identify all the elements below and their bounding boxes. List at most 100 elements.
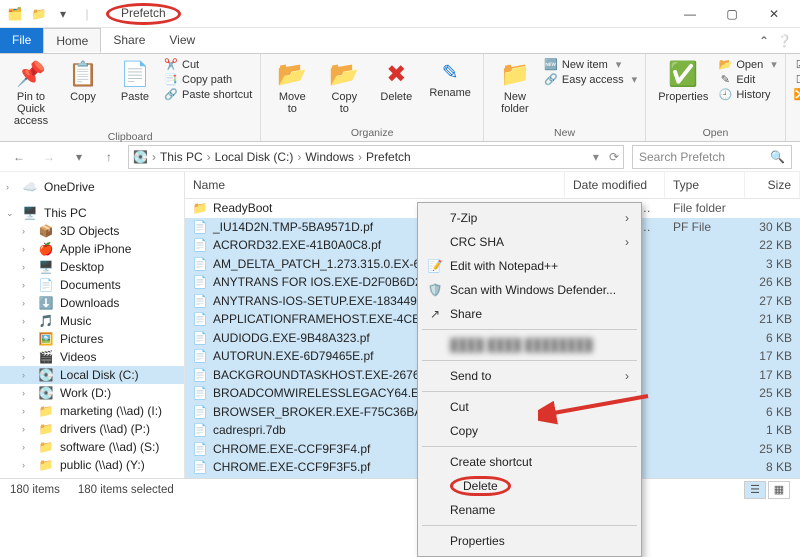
tree-item[interactable]: ›📁software (\\ad) (S:) — [0, 438, 184, 456]
new-folder-button[interactable]: 📁New folder — [492, 58, 538, 117]
navigation-tree[interactable]: ›☁️OneDrive ⌄🖥️This PC ›📦3D Objects›🍎App… — [0, 172, 185, 478]
tree-item-icon: 📁 — [38, 458, 54, 472]
search-input[interactable]: Search Prefetch 🔍 — [632, 145, 792, 169]
invert-selection-button[interactable]: 🔀Invert selection — [794, 88, 800, 101]
paste-shortcut-button[interactable]: 🔗Paste shortcut — [164, 88, 252, 101]
refresh-icon[interactable]: ⟳ — [609, 150, 619, 164]
group-organize: 📂Move to 📂Copy to ✖Delete ✎Rename Organi… — [261, 54, 484, 141]
ctx-edit-notepadpp[interactable]: 📝Edit with Notepad++ — [420, 254, 639, 278]
ctx-crcsha[interactable]: CRC SHA› — [420, 230, 639, 254]
ctx-share[interactable]: ↗Share — [420, 302, 639, 326]
col-name[interactable]: Name — [185, 172, 565, 198]
crumb-3[interactable]: Prefetch — [366, 150, 411, 164]
minimize-button[interactable]: — — [670, 0, 710, 28]
tab-file[interactable]: File — [0, 28, 43, 53]
tree-item[interactable]: ›🎬Videos — [0, 348, 184, 366]
file-icon: 📄 — [193, 312, 207, 326]
select-none-icon: ☐ — [794, 73, 800, 86]
tree-item[interactable]: ›📁marketing (\\ad) (I:) — [0, 402, 184, 420]
tree-this-pc[interactable]: ⌄🖥️This PC — [0, 204, 184, 222]
ctx-rename[interactable]: Rename — [420, 498, 639, 522]
cut-button[interactable]: ✂️Cut — [164, 58, 252, 71]
ctx-copy[interactable]: Copy — [420, 419, 639, 443]
maximize-button[interactable]: ▢ — [712, 0, 752, 28]
copy-to-button[interactable]: 📂Copy to — [321, 58, 367, 117]
column-headers[interactable]: Name Date modified Type Size — [185, 172, 800, 199]
tree-item[interactable]: ›💽Work (D:) — [0, 384, 184, 402]
tree-item[interactable]: ›📁drivers (\\ad) (P:) — [0, 420, 184, 438]
tree-item[interactable]: ›🍎Apple iPhone — [0, 240, 184, 258]
easy-access-button[interactable]: 🔗Easy access▾ — [544, 73, 637, 86]
ctx-send-to[interactable]: Send to› — [420, 364, 639, 388]
copy-path-button[interactable]: 📑Copy path — [164, 73, 252, 86]
breadcrumb-dropdown-icon[interactable]: ▾ — [593, 150, 599, 164]
open-icon: 📂 — [718, 58, 732, 71]
ribbon-tabs: File Home Share View ⌃ ❔ — [0, 28, 800, 54]
easy-access-icon: 🔗 — [544, 73, 558, 86]
tree-item[interactable]: ›💽Local Disk (C:) — [0, 366, 184, 384]
ctx-scan-defender[interactable]: 🛡️Scan with Windows Defender... — [420, 278, 639, 302]
group-select: ☑Select all ☐Select none 🔀Invert selecti… — [786, 54, 800, 141]
icons-view-button[interactable]: ▦ — [768, 481, 790, 499]
tree-item[interactable]: ›📁public (\\ad) (Y:) — [0, 456, 184, 474]
open-button[interactable]: 📂Open▾ — [718, 58, 776, 71]
new-item-button[interactable]: 🆕New item▾ — [544, 58, 637, 71]
new-folder-icon: 📁 — [500, 60, 530, 89]
delete-button[interactable]: ✖Delete — [373, 58, 419, 105]
ctx-create-shortcut[interactable]: Create shortcut — [420, 450, 639, 474]
details-view-button[interactable]: ☰ — [744, 481, 766, 499]
tree-item-icon: ⬇️ — [38, 296, 54, 310]
chevron-down-icon[interactable]: ▾ — [54, 5, 72, 23]
recent-dropdown[interactable]: ▾ — [68, 146, 90, 168]
tree-item[interactable]: ›📦3D Objects — [0, 222, 184, 240]
tree-item[interactable]: ›📄Documents — [0, 276, 184, 294]
copy-to-label: Copy to — [331, 91, 357, 115]
tree-item-label: drivers (\\ad) (P:) — [60, 422, 150, 436]
copy-button[interactable]: 📋 Copy — [60, 58, 106, 105]
tree-onedrive[interactable]: ›☁️OneDrive — [0, 178, 184, 196]
ctx-properties[interactable]: Properties — [420, 529, 639, 553]
close-button[interactable]: ✕ — [754, 0, 794, 28]
tree-item[interactable]: ›🖥️Desktop — [0, 258, 184, 276]
search-icon: 🔍 — [770, 150, 785, 164]
paste-button[interactable]: 📄 Paste — [112, 58, 158, 105]
tree-item[interactable]: ›🎵Music — [0, 312, 184, 330]
ctx-delete[interactable]: Delete — [420, 474, 639, 498]
new-item-label: New item — [562, 59, 608, 71]
up-button[interactable]: ↑ — [98, 146, 120, 168]
tab-home[interactable]: Home — [43, 28, 101, 53]
properties-button[interactable]: ✅Properties — [654, 58, 712, 105]
crumb-2[interactable]: Windows — [305, 150, 354, 164]
rename-button[interactable]: ✎Rename — [425, 58, 475, 101]
tree-item-label: 3D Objects — [60, 224, 119, 238]
help-icon[interactable]: ❔ — [777, 34, 792, 48]
edit-button[interactable]: ✎Edit — [718, 73, 776, 86]
ctx-cut[interactable]: Cut — [420, 395, 639, 419]
group-new-label: New — [492, 125, 637, 139]
ctx-7zip[interactable]: 7-Zip› — [420, 206, 639, 230]
tree-item[interactable]: ›⬇️Downloads — [0, 294, 184, 312]
search-placeholder: Search Prefetch — [639, 150, 725, 164]
tab-share[interactable]: Share — [101, 28, 157, 53]
col-type[interactable]: Type — [665, 172, 745, 198]
explorer-icon: 🗂️ — [6, 5, 24, 23]
tree-item[interactable]: ›🖼️Pictures — [0, 330, 184, 348]
collapse-ribbon-icon[interactable]: ⌃ — [759, 34, 769, 48]
col-size[interactable]: Size — [745, 172, 800, 198]
breadcrumb[interactable]: 💽 › This PC› Local Disk (C:)› Windows› P… — [128, 145, 624, 169]
history-button[interactable]: 🕘History — [718, 88, 776, 101]
tree-item-label: public (\\ad) (Y:) — [60, 458, 145, 472]
select-all-button[interactable]: ☑Select all — [794, 58, 800, 71]
pin-to-quick-access-button[interactable]: 📌 Pin to Quick access — [8, 58, 54, 129]
col-date[interactable]: Date modified — [565, 172, 665, 198]
crumb-0[interactable]: This PC — [160, 150, 203, 164]
rename-icon: ✎ — [442, 60, 459, 85]
file-name: ANYTRANS-IOS-SETUP.EXE-18344923.pf — [213, 294, 444, 308]
ctx-redacted[interactable]: ████ ████ ████████ — [420, 333, 639, 357]
back-button[interactable]: ← — [8, 146, 30, 168]
move-to-button[interactable]: 📂Move to — [269, 58, 315, 117]
crumb-1[interactable]: Local Disk (C:) — [215, 150, 294, 164]
tab-view[interactable]: View — [157, 28, 207, 53]
forward-button[interactable]: → — [38, 146, 60, 168]
select-none-button[interactable]: ☐Select none — [794, 73, 800, 86]
